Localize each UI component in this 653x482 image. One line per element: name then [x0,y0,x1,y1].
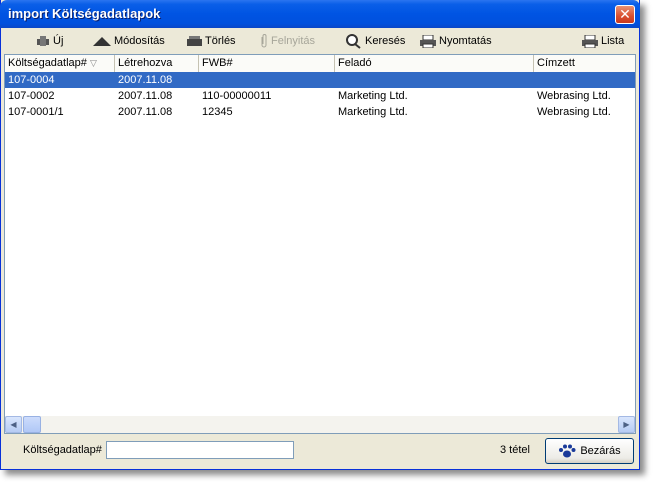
table-row[interactable]: 107-0001/1 2007.11.08 12345 Marketing Lt… [5,104,635,120]
table-row[interactable]: 107-0002 2007.11.08 110-00000011 Marketi… [5,88,635,104]
delete-label: Törlés [205,35,236,47]
new-icon [37,36,49,46]
column-header-cost-sheet[interactable]: Költségadatlap# ▽ [5,55,115,72]
search-label: Keresés [365,35,406,47]
print-label: Nyomtatás [439,35,492,47]
list-button[interactable]: Lista [582,31,624,51]
upload-button[interactable]: Felnyitás [260,31,315,51]
upload-label: Felnyitás [271,35,316,47]
scrollbar-thumb[interactable] [23,416,41,433]
grid-header: Költségadatlap# ▽ Létrehozva FWB# Feladó… [5,55,635,73]
close-button[interactable]: Bezárás [545,438,634,464]
title-bar[interactable]: import Költségadatlapok ✕ [0,0,640,28]
paperclip-icon [261,34,267,48]
modify-icon [93,37,111,46]
window-close-button[interactable]: ✕ [615,5,635,24]
app-window: import Költségadatlapok ✕ Új Módosítás T… [0,0,640,470]
scroll-left-button[interactable]: ◀ [5,416,22,433]
scroll-right-button[interactable]: ▶ [618,416,635,433]
sort-icon: ▽ [89,58,97,68]
list-label: Lista [601,35,625,47]
item-count: 3 tétel [500,444,530,456]
search-icon [346,34,361,49]
search-button[interactable]: Keresés [344,31,405,51]
modify-button[interactable]: Módosítás [93,31,165,51]
column-header-fwb[interactable]: FWB# [199,55,335,72]
printer-icon [420,34,436,48]
toolbar: Új Módosítás Törlés Felnyitás Keresés Ny… [4,29,636,53]
column-header-sender[interactable]: Feladó [335,55,534,72]
window-title: import Költségadatlapok [8,6,161,21]
data-grid[interactable]: Költségadatlap# ▽ Létrehozva FWB# Feladó… [4,54,636,434]
delete-icon [187,36,202,46]
paw-icon [559,444,576,458]
column-header-recipient[interactable]: Címzett [534,55,635,72]
new-button[interactable]: Új [36,31,63,51]
close-button-label: Bezárás [580,445,621,457]
horizontal-scrollbar[interactable]: ◀ ▶ [5,416,635,433]
modify-label: Módosítás [114,35,165,47]
new-label: Új [53,35,64,47]
column-header-created[interactable]: Létrehozva [115,55,199,72]
close-icon: ✕ [619,6,631,22]
print-button[interactable]: Nyomtatás [420,31,492,51]
arrow-left-icon: ◀ [10,420,17,429]
cost-sheet-search-input[interactable] [106,441,294,459]
arrow-right-icon: ▶ [623,420,630,429]
search-field-label: Költségadatlap# [23,444,102,456]
table-row[interactable]: 107-0004 2007.11.08 [5,72,635,88]
delete-button[interactable]: Törlés [187,31,236,51]
list-printer-icon [582,34,598,48]
